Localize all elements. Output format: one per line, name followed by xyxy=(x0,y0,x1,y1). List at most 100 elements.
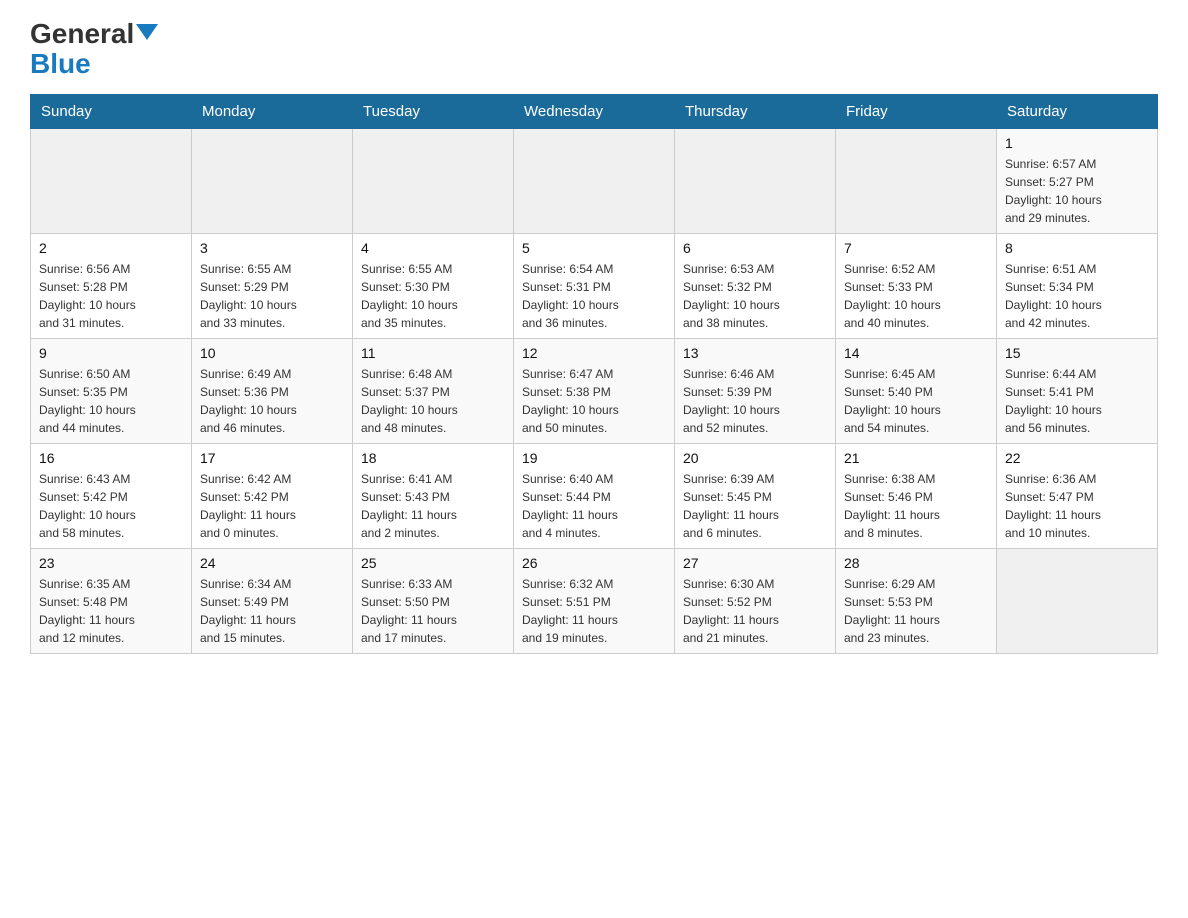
day-info: Sunrise: 6:44 AM Sunset: 5:41 PM Dayligh… xyxy=(1005,365,1149,437)
calendar-day-cell: 13 Sunrise: 6:46 AM Sunset: 5:39 PM Dayli… xyxy=(675,339,836,444)
day-info: Sunrise: 6:55 AM Sunset: 5:29 PM Dayligh… xyxy=(200,260,344,332)
calendar-day-cell: 6 Sunrise: 6:53 AM Sunset: 5:32 PM Daylig… xyxy=(675,234,836,339)
day-info: Sunrise: 6:50 AM Sunset: 5:35 PM Dayligh… xyxy=(39,365,183,437)
calendar-day-cell: 23 Sunrise: 6:35 AM Sunset: 5:48 PM Dayli… xyxy=(31,549,192,654)
calendar-day-cell: 12 Sunrise: 6:47 AM Sunset: 5:38 PM Dayli… xyxy=(514,339,675,444)
calendar-day-cell: 9 Sunrise: 6:50 AM Sunset: 5:35 PM Daylig… xyxy=(31,339,192,444)
calendar-week-row: 1 Sunrise: 6:57 AM Sunset: 5:27 PM Daylig… xyxy=(31,129,1158,234)
calendar-day-cell: 10 Sunrise: 6:49 AM Sunset: 5:36 PM Dayli… xyxy=(192,339,353,444)
day-info: Sunrise: 6:57 AM Sunset: 5:27 PM Dayligh… xyxy=(1005,155,1149,227)
day-number: 18 xyxy=(361,450,505,466)
day-info: Sunrise: 6:51 AM Sunset: 5:34 PM Dayligh… xyxy=(1005,260,1149,332)
day-info: Sunrise: 6:30 AM Sunset: 5:52 PM Dayligh… xyxy=(683,575,827,647)
day-number: 13 xyxy=(683,345,827,361)
day-number: 9 xyxy=(39,345,183,361)
day-number: 21 xyxy=(844,450,988,466)
calendar-day-cell: 5Sunrise: 6:54 AM Sunset: 5:31 PM Daylig… xyxy=(514,234,675,339)
calendar-header-row: Sunday Monday Tuesday Wednesday Thursday… xyxy=(31,95,1158,129)
day-number: 3 xyxy=(200,240,344,256)
calendar-table: Sunday Monday Tuesday Wednesday Thursday… xyxy=(30,94,1158,654)
calendar-day-cell xyxy=(514,129,675,234)
calendar-day-cell: 21 Sunrise: 6:38 AM Sunset: 5:46 PM Dayli… xyxy=(836,444,997,549)
day-number: 17 xyxy=(200,450,344,466)
day-info: Sunrise: 6:43 AM Sunset: 5:42 PM Dayligh… xyxy=(39,470,183,542)
day-number: 19 xyxy=(522,450,666,466)
day-info: Sunrise: 6:52 AM Sunset: 5:33 PM Dayligh… xyxy=(844,260,988,332)
day-number: 12 xyxy=(522,345,666,361)
calendar-day-cell: 17 Sunrise: 6:42 AM Sunset: 5:42 PM Dayli… xyxy=(192,444,353,549)
calendar-day-cell: 26 Sunrise: 6:32 AM Sunset: 5:51 PM Dayli… xyxy=(514,549,675,654)
day-info: Sunrise: 6:29 AM Sunset: 5:53 PM Dayligh… xyxy=(844,575,988,647)
calendar-day-cell xyxy=(836,129,997,234)
day-info: Sunrise: 6:53 AM Sunset: 5:32 PM Dayligh… xyxy=(683,260,827,332)
day-info: Sunrise: 6:47 AM Sunset: 5:38 PM Dayligh… xyxy=(522,365,666,437)
col-friday: Friday xyxy=(836,95,997,129)
day-info: Sunrise: 6:46 AM Sunset: 5:39 PM Dayligh… xyxy=(683,365,827,437)
calendar-day-cell: 7 Sunrise: 6:52 AM Sunset: 5:33 PM Daylig… xyxy=(836,234,997,339)
calendar-day-cell: 15 Sunrise: 6:44 AM Sunset: 5:41 PM Dayli… xyxy=(997,339,1158,444)
logo-general-text: General xyxy=(30,20,134,48)
calendar-week-row: 2 Sunrise: 6:56 AM Sunset: 5:28 PM Daylig… xyxy=(31,234,1158,339)
calendar-day-cell: 11 Sunrise: 6:48 AM Sunset: 5:37 PM Dayli… xyxy=(353,339,514,444)
day-number: 23 xyxy=(39,555,183,571)
calendar-day-cell xyxy=(192,129,353,234)
calendar-day-cell: 3 Sunrise: 6:55 AM Sunset: 5:29 PM Daylig… xyxy=(192,234,353,339)
day-number: 1 xyxy=(1005,135,1149,151)
day-info: Sunrise: 6:36 AM Sunset: 5:47 PM Dayligh… xyxy=(1005,470,1149,542)
col-monday: Monday xyxy=(192,95,353,129)
day-info: Sunrise: 6:34 AM Sunset: 5:49 PM Dayligh… xyxy=(200,575,344,647)
day-number: 10 xyxy=(200,345,344,361)
calendar-week-row: 16 Sunrise: 6:43 AM Sunset: 5:42 PM Dayli… xyxy=(31,444,1158,549)
calendar-day-cell xyxy=(31,129,192,234)
calendar-day-cell: 28 Sunrise: 6:29 AM Sunset: 5:53 PM Dayli… xyxy=(836,549,997,654)
day-number: 24 xyxy=(200,555,344,571)
calendar-day-cell: 16 Sunrise: 6:43 AM Sunset: 5:42 PM Dayli… xyxy=(31,444,192,549)
day-number: 4 xyxy=(361,240,505,256)
day-info: Sunrise: 6:45 AM Sunset: 5:40 PM Dayligh… xyxy=(844,365,988,437)
calendar-day-cell: 4 Sunrise: 6:55 AM Sunset: 5:30 PM Daylig… xyxy=(353,234,514,339)
logo: General Blue xyxy=(30,20,158,78)
col-saturday: Saturday xyxy=(997,95,1158,129)
calendar-day-cell: 2 Sunrise: 6:56 AM Sunset: 5:28 PM Daylig… xyxy=(31,234,192,339)
day-number: 15 xyxy=(1005,345,1149,361)
day-number: 2 xyxy=(39,240,183,256)
calendar-day-cell: 14 Sunrise: 6:45 AM Sunset: 5:40 PM Dayli… xyxy=(836,339,997,444)
day-info: Sunrise: 6:32 AM Sunset: 5:51 PM Dayligh… xyxy=(522,575,666,647)
day-info: Sunrise: 6:41 AM Sunset: 5:43 PM Dayligh… xyxy=(361,470,505,542)
day-info: Sunrise: 6:40 AM Sunset: 5:44 PM Dayligh… xyxy=(522,470,666,542)
day-number: 5 xyxy=(522,240,666,256)
day-info: Sunrise: 6:48 AM Sunset: 5:37 PM Dayligh… xyxy=(361,365,505,437)
col-wednesday: Wednesday xyxy=(514,95,675,129)
day-number: 16 xyxy=(39,450,183,466)
day-info: Sunrise: 6:35 AM Sunset: 5:48 PM Dayligh… xyxy=(39,575,183,647)
day-number: 28 xyxy=(844,555,988,571)
calendar-week-row: 9 Sunrise: 6:50 AM Sunset: 5:35 PM Daylig… xyxy=(31,339,1158,444)
day-info: Sunrise: 6:56 AM Sunset: 5:28 PM Dayligh… xyxy=(39,260,183,332)
day-info: Sunrise: 6:39 AM Sunset: 5:45 PM Dayligh… xyxy=(683,470,827,542)
day-info: Sunrise: 6:49 AM Sunset: 5:36 PM Dayligh… xyxy=(200,365,344,437)
day-number: 22 xyxy=(1005,450,1149,466)
day-info: Sunrise: 6:55 AM Sunset: 5:30 PM Dayligh… xyxy=(361,260,505,332)
day-number: 26 xyxy=(522,555,666,571)
calendar-day-cell xyxy=(675,129,836,234)
calendar-day-cell: 24 Sunrise: 6:34 AM Sunset: 5:49 PM Dayli… xyxy=(192,549,353,654)
col-thursday: Thursday xyxy=(675,95,836,129)
page-header: General Blue xyxy=(30,20,1158,78)
calendar-day-cell: 25 Sunrise: 6:33 AM Sunset: 5:50 PM Dayli… xyxy=(353,549,514,654)
day-number: 11 xyxy=(361,345,505,361)
day-number: 8 xyxy=(1005,240,1149,256)
col-sunday: Sunday xyxy=(31,95,192,129)
calendar-day-cell: 1 Sunrise: 6:57 AM Sunset: 5:27 PM Daylig… xyxy=(997,129,1158,234)
day-number: 25 xyxy=(361,555,505,571)
day-number: 14 xyxy=(844,345,988,361)
day-info: Sunrise: 6:38 AM Sunset: 5:46 PM Dayligh… xyxy=(844,470,988,542)
day-number: 6 xyxy=(683,240,827,256)
calendar-day-cell xyxy=(997,549,1158,654)
calendar-day-cell xyxy=(353,129,514,234)
calendar-day-cell: 22 Sunrise: 6:36 AM Sunset: 5:47 PM Dayli… xyxy=(997,444,1158,549)
day-info: Sunrise: 6:33 AM Sunset: 5:50 PM Dayligh… xyxy=(361,575,505,647)
calendar-day-cell: 20Sunrise: 6:39 AM Sunset: 5:45 PM Dayli… xyxy=(675,444,836,549)
day-info: Sunrise: 6:42 AM Sunset: 5:42 PM Dayligh… xyxy=(200,470,344,542)
calendar-day-cell: 19 Sunrise: 6:40 AM Sunset: 5:44 PM Dayli… xyxy=(514,444,675,549)
day-number: 7 xyxy=(844,240,988,256)
